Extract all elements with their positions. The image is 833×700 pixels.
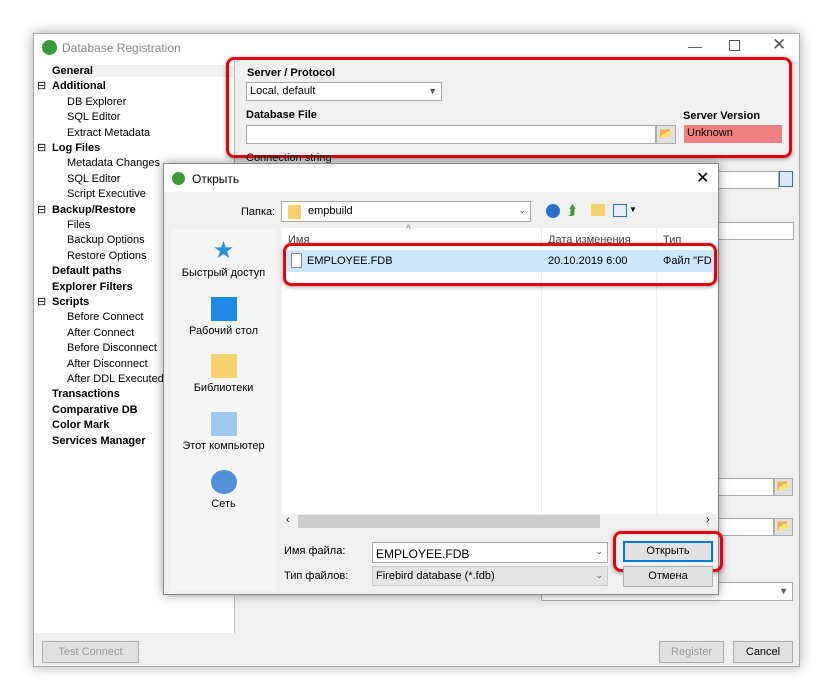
folder-icon — [288, 205, 301, 219]
filetype-label: Тип файлов: — [284, 570, 349, 582]
test-connect-button[interactable]: Test Connect — [42, 641, 139, 663]
sort-ascending-icon: ^ — [406, 224, 411, 235]
scroll-left-icon[interactable]: ‹ — [286, 514, 290, 526]
filetype-select[interactable]: Firebird database (*.fdb) ⌄ — [372, 566, 608, 586]
collapse-icon[interactable]: ⊟ — [37, 141, 46, 154]
tree-item[interactable]: Backup/Restore — [52, 204, 136, 216]
chevron-down-icon: ⌄ — [595, 546, 603, 556]
tree-item[interactable]: Color Mark — [52, 419, 109, 431]
folder-select[interactable]: empbuild ⌄ — [281, 201, 531, 222]
computer-icon — [210, 412, 237, 436]
copy-icon[interactable] — [779, 171, 793, 187]
open-file-dialog: Открыть ✕ Папка: empbuild ⌄ ⮭ ▼ ★ Быстрый … — [163, 163, 723, 595]
tree-item[interactable]: DB Explorer — [67, 96, 126, 108]
tree-item[interactable]: After DDL Executed — [67, 373, 164, 385]
tree-item[interactable]: After Connect — [67, 327, 134, 339]
tree-item[interactable]: Transactions — [52, 388, 120, 400]
place-quick-access[interactable]: ★ Быстрый доступ — [171, 237, 276, 280]
scrollbar-thumb[interactable] — [298, 515, 600, 528]
collapse-icon[interactable]: ⊟ — [37, 295, 46, 308]
file-list: Имя Дата изменения Тип ^ EMPLOYEE.FDB 20… — [282, 224, 717, 514]
tree-item[interactable]: Scripts — [52, 296, 89, 308]
new-folder-icon[interactable] — [591, 204, 605, 216]
highlight-server-fields — [226, 57, 792, 158]
back-icon[interactable] — [546, 204, 560, 218]
folder-label: Папка: — [241, 206, 276, 218]
view-menu-icon[interactable] — [613, 204, 627, 217]
tree-item[interactable]: After Disconnect — [67, 358, 148, 370]
tree-item[interactable]: General — [52, 65, 234, 77]
desktop-icon — [210, 297, 237, 321]
tree-item[interactable]: Metadata Changes — [67, 157, 160, 169]
filename-label: Имя файла: — [284, 545, 346, 557]
libraries-icon — [210, 354, 237, 378]
window-title: Database Registration — [62, 41, 181, 55]
dialog-title-bar: Открыть ✕ — [164, 164, 718, 192]
tree-item[interactable]: Comparative DB — [52, 404, 138, 416]
tree-item[interactable]: Files — [67, 219, 90, 231]
app-icon — [172, 172, 185, 185]
register-button[interactable]: Register — [659, 641, 724, 663]
dialog-close-button[interactable]: ✕ — [696, 168, 709, 188]
star-icon: ★ — [212, 237, 235, 264]
up-folder-icon[interactable]: ⮭ — [568, 202, 576, 219]
dialog-cancel-button[interactable]: Отмена — [623, 566, 713, 587]
browse-path-button-1[interactable]: 📂 — [774, 478, 793, 496]
close-button[interactable]: ✕ — [772, 35, 786, 55]
chevron-down-icon: ⌄ — [595, 570, 603, 580]
tree-item[interactable]: Log Files — [52, 142, 100, 154]
tree-item[interactable]: Backup Options — [67, 234, 145, 246]
highlight-file-row — [283, 243, 717, 286]
collapse-icon[interactable]: ⊟ — [37, 203, 46, 216]
tree-item[interactable]: Explorer Filters — [52, 281, 133, 293]
horizontal-scrollbar[interactable]: ‹ › — [282, 514, 717, 529]
network-icon — [210, 470, 237, 494]
tree-item[interactable]: SQL Editor — [67, 173, 120, 185]
tree-item[interactable]: Additional — [52, 80, 106, 92]
collapse-icon[interactable]: ⊟ — [37, 79, 46, 92]
maximize-button[interactable] — [729, 40, 740, 51]
chevron-down-icon: ▼ — [779, 586, 788, 596]
tree-item[interactable]: Extract Metadata — [67, 127, 150, 139]
tree-item[interactable]: Default paths — [52, 265, 122, 277]
tree-item[interactable]: Script Executive — [67, 188, 146, 200]
tree-item[interactable]: Before Connect — [67, 311, 143, 323]
filename-input[interactable]: EMPLOYEE.FDB ⌄ — [372, 542, 608, 563]
place-this-pc[interactable]: Этот компьютер — [171, 412, 276, 452]
tree-item[interactable]: SQL Editor — [67, 111, 120, 123]
chevron-down-icon: ▼ — [629, 205, 637, 214]
tree-item[interactable]: Services Manager — [52, 435, 146, 447]
cancel-button[interactable]: Cancel — [733, 641, 793, 663]
tree-item[interactable]: Before Disconnect — [67, 342, 157, 354]
place-desktop[interactable]: Рабочий стол — [171, 297, 276, 337]
chevron-down-icon: ⌄ — [518, 205, 526, 215]
dialog-title: Открыть — [192, 172, 240, 186]
scroll-right-icon[interactable]: › — [706, 514, 710, 526]
tree-item[interactable]: Restore Options — [67, 250, 146, 262]
minimize-button[interactable]: — — [688, 38, 702, 54]
app-icon — [42, 40, 57, 55]
browse-path-button-2[interactable]: 📂 — [774, 518, 793, 536]
places-bar: ★ Быстрый доступ Рабочий стол Библиотеки … — [171, 229, 276, 591]
place-libraries[interactable]: Библиотеки — [171, 354, 276, 394]
place-network[interactable]: Сеть — [171, 470, 276, 510]
